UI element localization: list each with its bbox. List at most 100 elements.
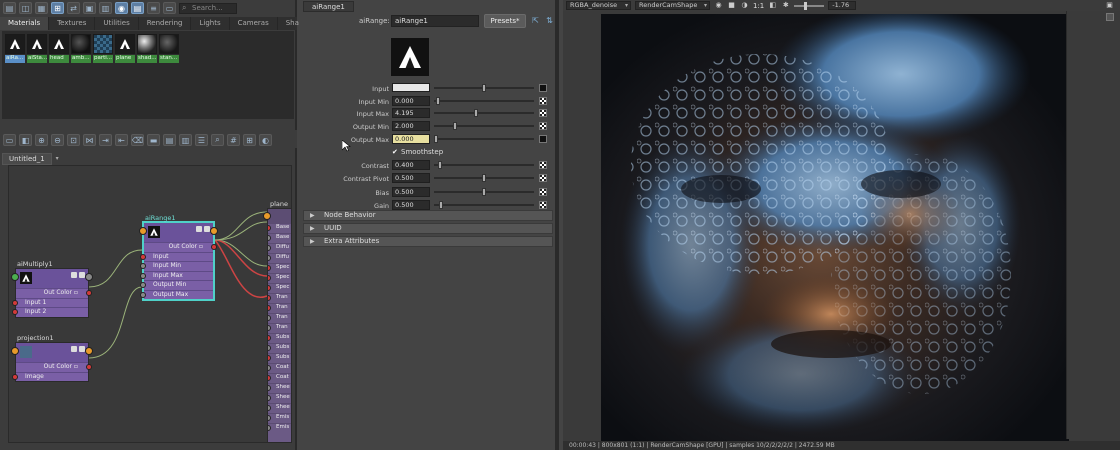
tab-cameras[interactable]: Cameras	[230, 17, 278, 30]
plane-port-row[interactable]: Spec	[268, 283, 291, 293]
tab-utilities[interactable]: Utilities	[95, 17, 139, 30]
tab-textures[interactable]: Textures	[49, 17, 96, 30]
sort-icon[interactable]: ≡	[147, 2, 160, 14]
output-min-slider[interactable]	[434, 122, 534, 131]
section-node-behavior[interactable]: ▶ Node Behavior	[303, 210, 553, 221]
simple-mode-icon[interactable]: ▤	[163, 134, 176, 146]
plane-port-row[interactable]: Tran	[268, 313, 291, 323]
slider-handle[interactable]	[474, 109, 479, 118]
output-port[interactable]	[85, 273, 93, 281]
slider-handle[interactable]	[435, 96, 440, 105]
slider-handle[interactable]	[482, 174, 486, 182]
swatch-head[interactable]: head	[49, 34, 69, 63]
camera-icon[interactable]: ◧	[768, 1, 777, 10]
plane-port-row[interactable]: Subs	[268, 343, 291, 353]
input-output-icon[interactable]: ⇄	[67, 2, 80, 14]
plane-port-row[interactable]: Emis	[268, 423, 291, 433]
render-icon[interactable]: ■	[727, 1, 736, 10]
map-button-icon[interactable]	[539, 174, 547, 182]
swatch-toggle-icon[interactable]	[71, 272, 77, 278]
exposure-slider[interactable]	[794, 1, 825, 10]
map-button-icon[interactable]	[539, 84, 547, 92]
port-out-color[interactable]: Out Color ▫	[16, 288, 92, 298]
create-icon[interactable]: ▤	[3, 2, 16, 14]
grid-icon[interactable]: ▦	[35, 2, 48, 14]
swatch-airange[interactable]: aiRa...	[5, 34, 25, 63]
remove-icon[interactable]: ⊖	[51, 134, 64, 146]
port-output-min[interactable]: Output Min	[140, 280, 213, 290]
port-output-max[interactable]: Output Max	[140, 289, 213, 300]
layout-nodes-icon[interactable]: ⋈	[83, 134, 96, 146]
swatch-particle[interactable]: parti...	[93, 34, 113, 63]
slider-handle[interactable]	[437, 160, 442, 169]
presets-button[interactable]: Presets*	[484, 14, 526, 28]
plane-port-row[interactable]: Shee	[268, 403, 291, 413]
add-icon[interactable]: ⊕	[35, 134, 48, 146]
connected-mode-icon[interactable]: ▥	[179, 134, 192, 146]
output-port[interactable]	[210, 227, 218, 235]
port-input-2[interactable]: Input 2	[12, 307, 88, 317]
zoom-ratio[interactable]: 1:1	[753, 2, 764, 10]
slider-handle[interactable]	[482, 187, 486, 196]
input-min-field[interactable]: 0.000	[392, 95, 430, 106]
tab-airange[interactable]: aiRange1	[303, 1, 354, 12]
swatch-toggle-icon[interactable]	[196, 226, 202, 232]
output-min-field[interactable]: 2.000	[392, 121, 430, 132]
swatch-toggle-icon[interactable]: ◐	[259, 134, 272, 146]
tab-lights[interactable]: Lights	[191, 17, 230, 30]
port-out-color[interactable]: Out Color ▫	[144, 242, 217, 252]
map-button-icon[interactable]	[539, 160, 547, 169]
graph-network-icon[interactable]: ⊡	[67, 134, 80, 146]
output-max-field[interactable]: 0.000	[392, 133, 430, 144]
frame-selected-icon[interactable]: ◧	[19, 134, 32, 146]
exposure-value[interactable]: -1.76	[828, 1, 857, 10]
swatch-standard[interactable]: stan...	[159, 34, 179, 63]
plane-port-row[interactable]: Subs	[268, 353, 291, 363]
settings-icon[interactable]: ✱	[781, 1, 790, 10]
search-icon[interactable]: ⌕	[211, 134, 224, 146]
gain-slider[interactable]	[434, 201, 534, 209]
map-button-icon[interactable]	[539, 187, 547, 196]
input-slider[interactable]	[434, 84, 534, 92]
slider-handle[interactable]	[482, 84, 486, 92]
tab-menu-arrow-icon[interactable]: ▾	[56, 155, 59, 162]
plane-port-row[interactable]: Tran	[268, 293, 291, 303]
plane-port-row[interactable]: Base	[268, 223, 291, 233]
graph-icon[interactable]: ◫	[19, 2, 32, 14]
node-graph-canvas[interactable]: aiMultiply1 Out Color ▫ Input 1 Input 2 …	[8, 165, 292, 443]
plane-port-row[interactable]: Spec	[268, 263, 291, 273]
stop-icon[interactable]: ◉	[714, 1, 723, 10]
grid-toggle-icon[interactable]: #	[227, 134, 240, 146]
layout-icon[interactable]: ▣	[83, 2, 96, 14]
swatch-toggle-icon[interactable]	[71, 346, 77, 352]
clear-graph-icon[interactable]: ⌫	[131, 134, 144, 146]
input-color-swatch[interactable]	[392, 83, 430, 92]
map-button-icon[interactable]	[539, 96, 547, 105]
frame-all-icon[interactable]: ▭	[3, 134, 16, 146]
node-name-field[interactable]: aiRange1	[391, 15, 479, 27]
contrast-field[interactable]: 0.400	[392, 159, 430, 170]
full-mode-icon[interactable]: ☰	[195, 134, 208, 146]
plane-port-row[interactable]: Shee	[268, 383, 291, 393]
slider-handle[interactable]	[438, 201, 443, 209]
input-port[interactable]	[263, 212, 271, 220]
map-button-icon[interactable]	[539, 109, 547, 118]
contrast-pivot-slider[interactable]	[434, 174, 534, 182]
input-port[interactable]	[11, 273, 19, 281]
port-input-max[interactable]: Input Max	[140, 270, 213, 281]
plane-port-row[interactable]: Spec	[268, 273, 291, 283]
input-max-slider[interactable]	[434, 109, 534, 118]
node-plane[interactable]: plane Base Base Diffu Diffu Spec Spec Spec Tran…	[263, 200, 291, 442]
plane-port-row[interactable]: Base	[268, 233, 291, 243]
port-out-color[interactable]: Out Color ▫	[16, 362, 92, 372]
input-port[interactable]	[11, 347, 19, 355]
swatch-aistandard[interactable]: aiSta...	[27, 34, 47, 63]
contrast-pivot-field[interactable]: 0.500	[392, 173, 430, 183]
plane-port-row[interactable]: Coat	[268, 373, 291, 383]
port-input-1[interactable]: Input 1	[12, 297, 88, 308]
contrast-slider[interactable]	[434, 160, 534, 169]
plane-port-row[interactable]: Coat	[268, 363, 291, 373]
arrange-icon[interactable]: ▥	[99, 2, 112, 14]
input-max-field[interactable]: 4.195	[392, 108, 430, 119]
tab-untitled[interactable]: Untitled_1	[2, 152, 52, 165]
